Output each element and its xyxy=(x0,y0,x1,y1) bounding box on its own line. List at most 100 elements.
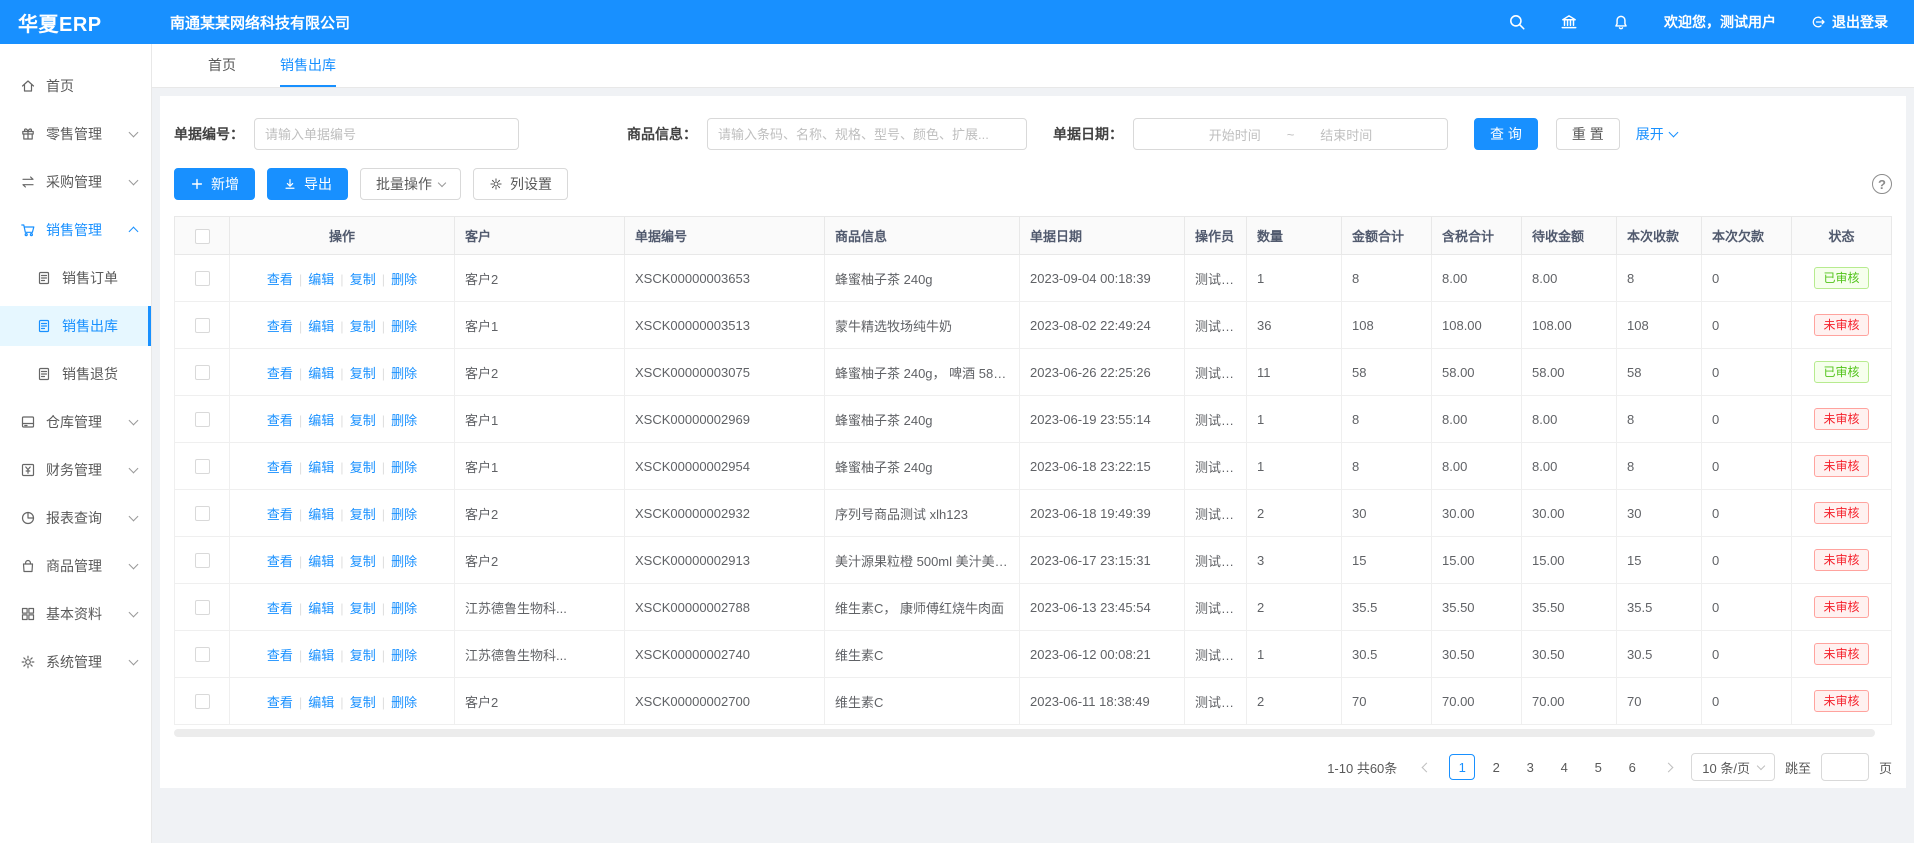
action-copy-link[interactable]: 复制 xyxy=(350,507,376,522)
action-view-link[interactable]: 查看 xyxy=(267,695,293,710)
action-edit-link[interactable]: 编辑 xyxy=(308,648,334,663)
page-button-5[interactable]: 5 xyxy=(1585,754,1611,780)
next-page-button[interactable] xyxy=(1655,754,1681,780)
action-delete-link[interactable]: 删除 xyxy=(391,366,417,381)
batch-actions-button[interactable]: 批量操作 xyxy=(360,168,461,200)
row-checkbox[interactable] xyxy=(195,600,210,615)
tab-0[interactable]: 首页 xyxy=(208,44,236,87)
horizontal-scrollbar[interactable] xyxy=(174,729,1875,737)
action-copy-link[interactable]: 复制 xyxy=(350,413,376,428)
action-view-link[interactable]: 查看 xyxy=(267,554,293,569)
prev-page-button[interactable] xyxy=(1413,754,1439,780)
tab-1[interactable]: 销售出库 xyxy=(280,44,336,87)
action-edit-link[interactable]: 编辑 xyxy=(308,695,334,710)
chevron-down-icon xyxy=(129,128,139,138)
action-delete-link[interactable]: 删除 xyxy=(391,648,417,663)
cell-bill_no: XSCK00000002700 xyxy=(625,678,825,725)
sidebar-item-sales-return[interactable]: 销售退货 xyxy=(0,354,151,394)
product-info-input[interactable] xyxy=(707,118,1027,150)
page-button-2[interactable]: 2 xyxy=(1483,754,1509,780)
search-button[interactable]: 查 询 xyxy=(1474,118,1538,150)
action-delete-link[interactable]: 删除 xyxy=(391,319,417,334)
action-edit-link[interactable]: 编辑 xyxy=(308,413,334,428)
action-delete-link[interactable]: 删除 xyxy=(391,601,417,616)
page-button-4[interactable]: 4 xyxy=(1551,754,1577,780)
action-delete-link[interactable]: 删除 xyxy=(391,554,417,569)
action-delete-link[interactable]: 删除 xyxy=(391,507,417,522)
page-size-select[interactable]: 10 条/页 xyxy=(1691,753,1775,781)
select-all-checkbox[interactable] xyxy=(195,229,210,244)
action-view-link[interactable]: 查看 xyxy=(267,460,293,475)
action-copy-link[interactable]: 复制 xyxy=(350,695,376,710)
help-icon[interactable]: ? xyxy=(1872,174,1892,194)
sidebar-item-home[interactable]: 首页 xyxy=(0,66,151,106)
action-view-link[interactable]: 查看 xyxy=(267,507,293,522)
row-checkbox[interactable] xyxy=(195,553,210,568)
sidebar-item-sales-outbound[interactable]: 销售出库 xyxy=(0,306,151,346)
column-header: 含税合计 xyxy=(1432,217,1522,255)
search-icon[interactable] xyxy=(1508,13,1526,31)
action-edit-link[interactable]: 编辑 xyxy=(308,366,334,381)
platform-icon[interactable] xyxy=(1560,13,1578,31)
action-view-link[interactable]: 查看 xyxy=(267,648,293,663)
action-edit-link[interactable]: 编辑 xyxy=(308,601,334,616)
sidebar-item-sales[interactable]: 销售管理 xyxy=(0,210,151,250)
sidebar-item-basic[interactable]: 基本资料 xyxy=(0,594,151,634)
page-button-6[interactable]: 6 xyxy=(1619,754,1645,780)
action-view-link[interactable]: 查看 xyxy=(267,601,293,616)
action-edit-link[interactable]: 编辑 xyxy=(308,272,334,287)
action-delete-link[interactable]: 删除 xyxy=(391,695,417,710)
action-copy-link[interactable]: 复制 xyxy=(350,272,376,287)
export-button[interactable]: 导出 xyxy=(267,168,348,200)
action-copy-link[interactable]: 复制 xyxy=(350,648,376,663)
cell-received: 30.5 xyxy=(1617,631,1702,678)
action-copy-link[interactable]: 复制 xyxy=(350,366,376,381)
action-view-link[interactable]: 查看 xyxy=(267,272,293,287)
page-button-3[interactable]: 3 xyxy=(1517,754,1543,780)
action-edit-link[interactable]: 编辑 xyxy=(308,554,334,569)
sidebar-item-finance[interactable]: 财务管理 xyxy=(0,450,151,490)
action-delete-link[interactable]: 删除 xyxy=(391,413,417,428)
action-delete-link[interactable]: 删除 xyxy=(391,272,417,287)
column-header: 操作员 xyxy=(1185,217,1247,255)
row-checkbox[interactable] xyxy=(195,694,210,709)
row-checkbox[interactable] xyxy=(195,271,210,286)
row-checkbox[interactable] xyxy=(195,365,210,380)
cell-receivable: 35.50 xyxy=(1522,584,1617,631)
action-copy-link[interactable]: 复制 xyxy=(350,460,376,475)
row-checkbox[interactable] xyxy=(195,459,210,474)
cell-status: 未审核 xyxy=(1792,631,1892,678)
status-badge: 未审核 xyxy=(1814,643,1868,665)
action-copy-link[interactable]: 复制 xyxy=(350,319,376,334)
action-edit-link[interactable]: 编辑 xyxy=(308,460,334,475)
sidebar-item-report[interactable]: 报表查询 xyxy=(0,498,151,538)
sidebar-item-purchase[interactable]: 采购管理 xyxy=(0,162,151,202)
action-edit-link[interactable]: 编辑 xyxy=(308,319,334,334)
action-view-link[interactable]: 查看 xyxy=(267,319,293,334)
sidebar-item-system[interactable]: 系统管理 xyxy=(0,642,151,682)
row-checkbox[interactable] xyxy=(195,506,210,521)
logout-button[interactable]: 退出登录 xyxy=(1810,12,1888,32)
row-checkbox[interactable] xyxy=(195,318,210,333)
bell-icon[interactable] xyxy=(1612,13,1630,31)
date-range-picker[interactable]: 开始时间 ~ 结束时间 xyxy=(1133,118,1448,150)
action-view-link[interactable]: 查看 xyxy=(267,413,293,428)
page-button-1[interactable]: 1 xyxy=(1449,754,1475,780)
sidebar-item-sales-order[interactable]: 销售订单 xyxy=(0,258,151,298)
expand-filters-link[interactable]: 展开 xyxy=(1636,124,1677,144)
row-checkbox[interactable] xyxy=(195,412,210,427)
action-edit-link[interactable]: 编辑 xyxy=(308,507,334,522)
bill-no-input[interactable] xyxy=(254,118,519,150)
row-checkbox[interactable] xyxy=(195,647,210,662)
sidebar-item-goods[interactable]: 商品管理 xyxy=(0,546,151,586)
action-copy-link[interactable]: 复制 xyxy=(350,601,376,616)
sidebar-item-warehouse[interactable]: 仓库管理 xyxy=(0,402,151,442)
jump-page-input[interactable] xyxy=(1821,753,1869,781)
action-copy-link[interactable]: 复制 xyxy=(350,554,376,569)
column-settings-button[interactable]: 列设置 xyxy=(473,168,568,200)
add-button[interactable]: 新增 xyxy=(174,168,255,200)
sidebar-item-retail[interactable]: 零售管理 xyxy=(0,114,151,154)
action-view-link[interactable]: 查看 xyxy=(267,366,293,381)
reset-button[interactable]: 重 置 xyxy=(1556,118,1620,150)
action-delete-link[interactable]: 删除 xyxy=(391,460,417,475)
